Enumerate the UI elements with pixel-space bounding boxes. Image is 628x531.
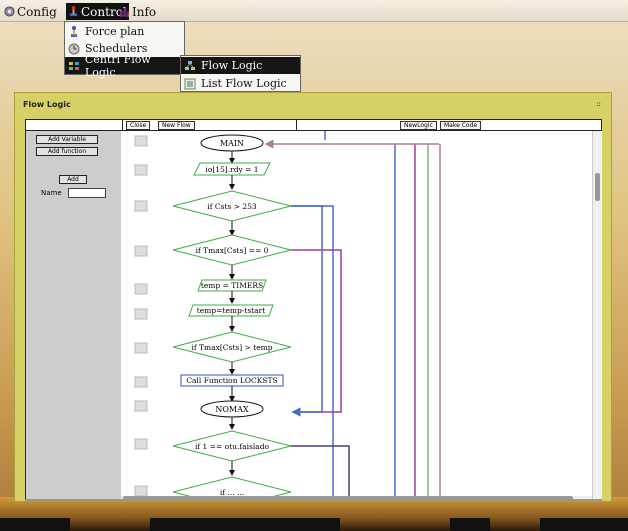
joystick-icon — [69, 6, 78, 17]
row-handle[interactable] — [134, 200, 148, 212]
close-button[interactable]: Close — [126, 121, 151, 130]
variables-panel: Add Variable Add function Name Add — [25, 131, 121, 499]
row-handles — [134, 135, 148, 497]
row-handle[interactable] — [134, 135, 148, 147]
menu-item-label: Centrl Flow Logic — [84, 52, 151, 79]
menu-config-label: Config — [17, 4, 57, 19]
taskbar-segment — [0, 518, 70, 531]
window-resize-grip[interactable]: :: — [596, 100, 601, 108]
flow-node-label: if Tmax[Csts] == 0 — [196, 246, 269, 255]
window-bottom-border — [25, 499, 602, 501]
row-handle[interactable] — [134, 164, 148, 176]
flow-node-label: if Csts > 253 — [207, 202, 257, 211]
menu-item-label: Flow Logic — [201, 59, 263, 72]
flow-icon — [185, 60, 195, 70]
row-handle[interactable] — [134, 485, 148, 497]
make-code-button[interactable]: Make Code — [440, 121, 482, 130]
vertical-scroll-thumb[interactable] — [595, 173, 600, 201]
taskbar-segment — [540, 518, 628, 531]
menu-item-force-plan[interactable]: Force plan — [65, 23, 184, 40]
flow-node-label: io[15].rdy = 1 — [205, 165, 258, 174]
row-handle[interactable] — [134, 342, 148, 354]
control-dropdown-menu: Force plan Schedulers Centrl Flow Logic — [64, 21, 185, 79]
new-flow-button[interactable]: New Flow — [158, 121, 195, 130]
menu-item-list-flow-logic[interactable]: List Flow Logic — [181, 75, 300, 92]
menu-item-label: List Flow Logic — [201, 77, 287, 90]
joystick-icon — [71, 25, 77, 37]
add-button[interactable]: Add — [59, 175, 87, 184]
menu-info[interactable]: Info — [117, 3, 158, 20]
menu-config[interactable]: Config — [2, 3, 59, 20]
gear-icon — [4, 6, 15, 17]
row-handle[interactable] — [134, 245, 148, 257]
flow-node-label: NOMAX — [215, 405, 249, 414]
flow-node-label: temp = TIMERS — [201, 281, 263, 290]
name-label: Name — [41, 189, 62, 197]
row-handle[interactable] — [134, 400, 148, 412]
menu-item-label: Force plan — [85, 25, 145, 38]
new-logic-button[interactable]: NewLogic — [400, 121, 437, 130]
row-handle[interactable] — [134, 438, 148, 450]
window-title: Flow Logic — [23, 100, 71, 109]
top-menubar: Config Control Info — [0, 0, 628, 22]
flow-connector — [291, 205, 323, 417]
flow-connector — [291, 445, 350, 499]
name-input[interactable] — [68, 188, 106, 198]
list-icon — [184, 78, 196, 89]
taskbar-segment — [450, 518, 490, 531]
row-handle[interactable] — [134, 283, 148, 295]
flow-node-label: if Tmax[Csts] > temp — [191, 343, 272, 352]
flow-node-label: temp=temp-tstart — [197, 306, 266, 315]
flow-toolbar: Close New Flow NewLogic Make Code — [25, 119, 602, 131]
menu-info-label: Info — [132, 4, 157, 19]
flow-node-label: Call Function LOCKSTS — [186, 376, 277, 385]
toolbar-divider — [122, 120, 123, 131]
flow-diagram: MAIN io[15].rdy = 1 if Csts > 253 if Tma… — [134, 131, 441, 499]
taskbar-segment — [150, 518, 340, 531]
clock-gear-icon — [68, 43, 80, 54]
row-handle[interactable] — [134, 308, 148, 320]
flow-logic-window: Flow Logic :: Close New Flow NewLogic Ma… — [14, 92, 612, 502]
flow-canvas[interactable]: MAIN io[15].rdy = 1 if Csts > 253 if Tma… — [121, 131, 592, 499]
vertical-scrollbar[interactable] — [592, 131, 602, 499]
menu-item-centrl-flow-logic[interactable]: Centrl Flow Logic — [65, 53, 184, 79]
flowchart-icon — [68, 61, 79, 70]
row-handle[interactable] — [134, 376, 148, 388]
add-function-button[interactable]: Add function — [36, 147, 98, 156]
flow-logic-submenu: Flow Logic List Flow Logic — [180, 55, 301, 92]
flow-node-label: MAIN — [220, 139, 244, 148]
add-variable-button[interactable]: Add Variable — [36, 135, 98, 144]
flow-node-label: if 1 == otu.faislado — [195, 442, 270, 451]
toolbar-divider — [296, 120, 297, 131]
menu-item-flow-logic[interactable]: Flow Logic — [181, 57, 300, 74]
chart-icon — [119, 7, 130, 17]
